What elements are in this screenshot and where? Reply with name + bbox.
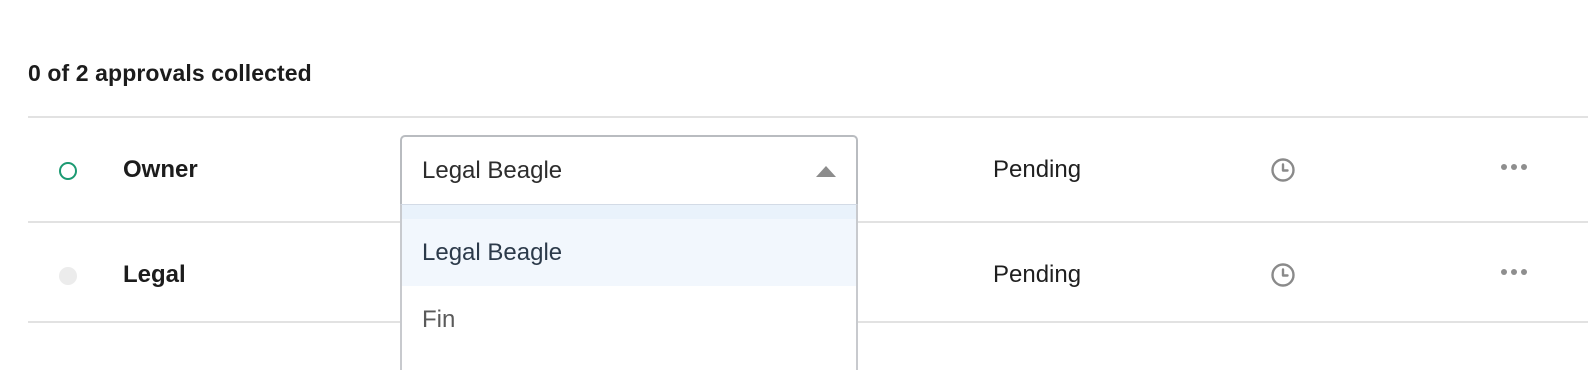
role-label: Owner (123, 156, 198, 183)
approvals-summary: 0 of 2 approvals collected (28, 60, 312, 86)
assignee-dropdown-menu: Legal Beagle Fin (400, 204, 858, 370)
assignee-select[interactable]: Legal Beagle (400, 135, 858, 205)
status-circle-icon (59, 162, 77, 180)
role-label: Legal (123, 261, 186, 288)
more-icon[interactable] (1500, 267, 1528, 277)
approvals-panel: 0 of 2 approvals collected Owner Pending… (0, 0, 1588, 370)
status-dot-icon (59, 267, 77, 285)
status-text: Pending (993, 261, 1082, 288)
status-text: Pending (993, 156, 1082, 183)
menu-option-fin[interactable]: Fin (402, 286, 856, 353)
clock-icon[interactable] (1270, 157, 1296, 183)
select-value: Legal Beagle (422, 157, 563, 184)
menu-top-padding (402, 205, 856, 219)
clock-icon[interactable] (1270, 262, 1296, 288)
more-icon[interactable] (1500, 162, 1528, 172)
caret-up-icon[interactable] (816, 166, 836, 177)
menu-option-legal-beagle[interactable]: Legal Beagle (402, 219, 856, 286)
